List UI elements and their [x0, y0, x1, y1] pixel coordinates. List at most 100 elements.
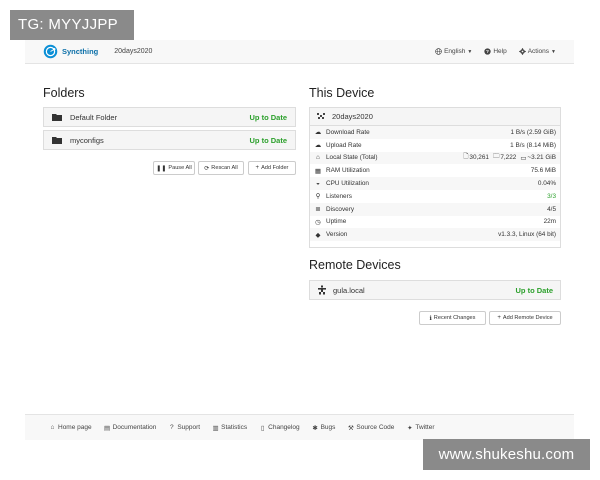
footer-bar: ⌂ Home page ▤ Documentation ? Support ▥ … [25, 414, 574, 440]
footer-link-changelog[interactable]: ▯ Changelog [259, 424, 300, 432]
folder-panel-default[interactable]: Default Folder Up to Date [43, 107, 296, 127]
pause-all-label: Pause All [168, 165, 192, 171]
stat-ram: ▦ RAM Utilization 75.6 MiB [310, 164, 560, 177]
help-label: Help [493, 48, 507, 55]
watermark-bottom-right: www.shukeshu.com [423, 439, 590, 470]
footer-link-source-code[interactable]: ⚒ Source Code [347, 424, 395, 432]
recent-changes-button[interactable]: ℹ Recent Changes [419, 311, 486, 325]
footer-link-home[interactable]: ⌂ Home page [49, 424, 92, 431]
stat-value[interactable]: 3/3 [547, 193, 556, 200]
language-label: English [444, 48, 466, 55]
pause-icon: ❚❚ [156, 165, 167, 172]
add-folder-label: Add Folder [261, 165, 289, 171]
stat-label: RAM Utilization [326, 167, 370, 175]
top-navbar: Syncthing 20days2020 English ▼ ? Help Ac… [25, 40, 574, 64]
info-icon: ℹ [429, 315, 432, 322]
stat-value[interactable]: 4/5 [547, 206, 556, 213]
add-remote-device-button[interactable]: + Add Remote Device [489, 311, 561, 325]
question-icon: ? [484, 48, 491, 55]
actions-dropdown[interactable]: Actions ▼ [518, 48, 556, 55]
actions-label: Actions [527, 48, 550, 55]
this-device-heading: This Device [309, 86, 375, 100]
twitter-icon: ✦ [407, 424, 413, 432]
tag-icon: ◆ [315, 231, 321, 239]
device-identicon-icon [317, 112, 325, 119]
plus-icon: + [497, 315, 501, 321]
footer-link-documentation[interactable]: ▤ Documentation [104, 424, 156, 432]
footer-link-label: Statistics [221, 424, 248, 431]
stat-local-state: ⌂ Local State (Total) 🗋 30,261 🗀 7,222 ▭… [310, 151, 560, 165]
footer-link-label: Source Code [356, 424, 395, 431]
language-dropdown[interactable]: English ▼ [435, 48, 472, 55]
stat-label: Uptime [326, 218, 347, 226]
folder-panel-myconfigs[interactable]: myconfigs Up to Date [43, 130, 296, 150]
pause-all-button[interactable]: ❚❚ Pause All [153, 161, 195, 175]
chevron-down-icon: ▼ [551, 48, 556, 55]
folder-status: Up to Date [249, 112, 288, 122]
brand-name: Syncthing [62, 47, 99, 56]
cloud-download-icon: ☁ [314, 129, 322, 137]
folder-icon [52, 137, 62, 144]
ram-icon: ▦ [314, 167, 322, 175]
dir-count: 7,222 [500, 154, 517, 162]
folder-outline-icon: 🗀 [492, 153, 500, 161]
this-device-panel: 20days2020 ☁ Download Rate 1 B/s (2.59 G… [309, 107, 561, 248]
clock-icon: ◷ [315, 218, 321, 226]
footer-link-twitter[interactable]: ✦ Twitter [406, 424, 434, 432]
discovery-icon: ≣ [315, 206, 321, 214]
stat-label: Version [326, 231, 348, 239]
file-icon: ▯ [260, 424, 265, 432]
stat-value: 1 B/s (8.14 MiB) [510, 141, 556, 149]
chevron-down-icon: ▼ [467, 48, 473, 55]
wrench-icon: ⚒ [348, 424, 354, 432]
folder-name: myconfigs [70, 135, 104, 145]
folder-icon [52, 114, 62, 121]
footer-link-label: Changelog [268, 424, 300, 431]
device-identicon-icon [318, 285, 326, 295]
stat-cpu: ◒ CPU Utilization 0.04% [310, 177, 560, 190]
stat-value: 1 B/s (2.59 GiB) [510, 128, 556, 136]
device-stats: ☁ Download Rate 1 B/s (2.59 GiB) ☁ Uploa… [310, 126, 560, 242]
stat-label: Upload Rate [326, 141, 362, 149]
home-icon: ⌂ [50, 424, 55, 431]
gear-icon [518, 48, 526, 55]
help-link[interactable]: ? Help [484, 48, 507, 55]
remote-device-panel[interactable]: gula.local Up to Date [309, 280, 561, 300]
recent-changes-label: Recent Changes [433, 315, 476, 321]
rescan-all-button[interactable]: ⟳ Rescan All [198, 161, 244, 175]
remote-device-name: gula.local [333, 285, 365, 295]
folder-status: Up to Date [249, 135, 288, 145]
bar-chart-icon: ▥ [212, 424, 219, 432]
stat-upload-rate: ☁ Upload Rate 1 B/s (8.14 MiB) [310, 139, 560, 152]
stat-value: 🗋 30,261 🗀 7,222 ▭ ~3.21 GiB [463, 152, 556, 163]
stat-uptime: ◷ Uptime 22m [310, 216, 560, 229]
cloud-upload-icon: ☁ [314, 142, 322, 150]
footer-link-bugs[interactable]: ✱ Bugs [312, 424, 336, 432]
this-device-header[interactable]: 20days2020 [310, 108, 560, 126]
plus-icon: + [255, 165, 260, 171]
question-icon: ? [170, 424, 174, 431]
stat-label: Listeners [326, 192, 352, 200]
brand[interactable]: Syncthing [43, 44, 98, 59]
stat-value: 22m [543, 218, 556, 226]
stat-label: CPU Utilization [326, 180, 369, 188]
book-icon: ▤ [104, 424, 111, 432]
footer-link-label: Bugs [320, 424, 336, 431]
stat-version: ◆ Version v1.3.3, Linux (64 bit) [310, 228, 560, 242]
footer-link-statistics[interactable]: ▥ Statistics [212, 424, 248, 432]
stat-listeners: ⚲ Listeners 3/3 [310, 190, 560, 203]
stat-discovery: ≣ Discovery 4/5 [310, 202, 560, 216]
stat-value: 0.04% [537, 180, 556, 188]
footer-link-support[interactable]: ? Support [168, 424, 200, 431]
stat-label: Discovery [326, 205, 355, 213]
rescan-all-label: Rescan All [211, 165, 238, 171]
add-folder-button[interactable]: + Add Folder [248, 161, 296, 175]
stat-download-rate: ☁ Download Rate 1 B/s (2.59 GiB) [310, 126, 560, 139]
file-icon: 🗋 [463, 153, 469, 161]
navbar-device-name: 20days2020 [114, 48, 153, 55]
footer-link-label: Support [177, 424, 201, 431]
watermark-top-left: TG: MYYJJPP [10, 10, 134, 40]
folder-name: Default Folder [70, 112, 118, 122]
syncthing-logo-icon [43, 44, 58, 59]
stat-value: v1.3.3, Linux (64 bit) [498, 231, 556, 239]
